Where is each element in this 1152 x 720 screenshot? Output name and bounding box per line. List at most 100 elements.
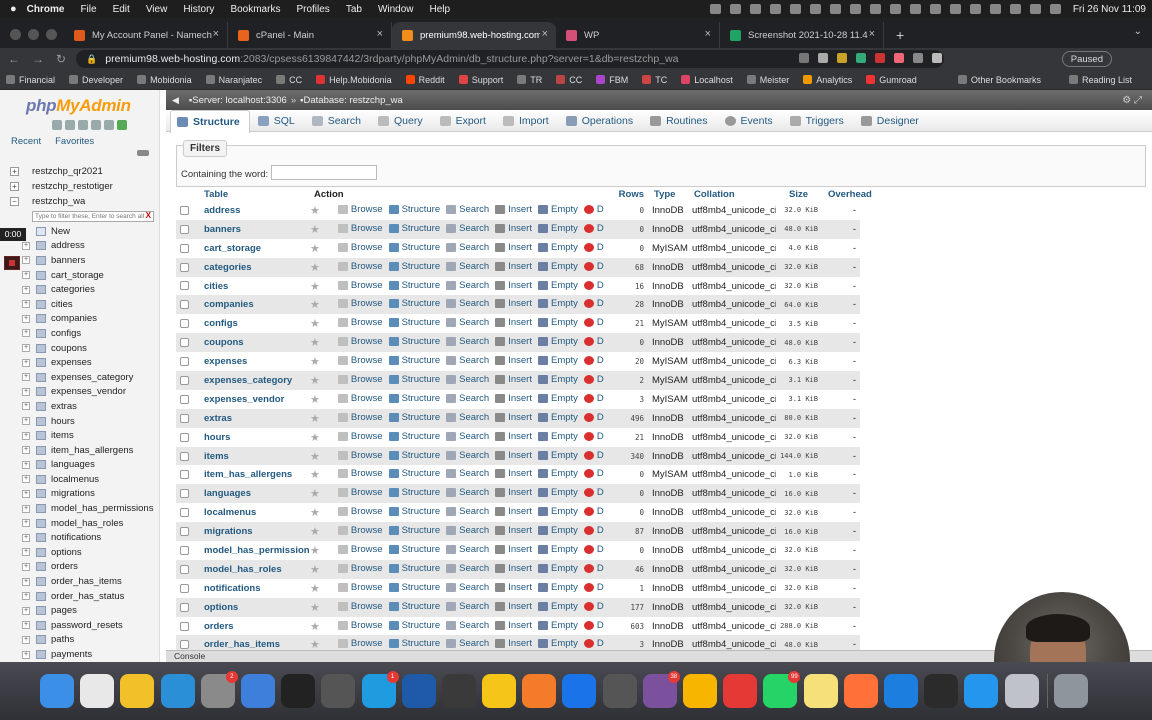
row-size[interactable]: 288.0 KiB — [776, 616, 824, 636]
browse-button[interactable]: Browse — [337, 431, 383, 442]
bookmark-gumroad[interactable]: Gumroad — [866, 75, 917, 85]
sidebar-table-item[interactable]: + categories — [0, 282, 159, 297]
insert-button[interactable]: Insert — [495, 431, 532, 442]
firefox-icon[interactable] — [843, 674, 878, 708]
network-icon[interactable] — [441, 674, 476, 708]
insert-button[interactable]: Insert — [495, 374, 532, 385]
bookmark-fbm[interactable]: FBM — [596, 75, 628, 85]
structure-button[interactable]: Structure — [388, 638, 440, 649]
reload-icon[interactable]: ↻ — [56, 52, 66, 66]
bookmark-cc-2[interactable]: CC — [556, 75, 582, 85]
favorite-star-icon[interactable]: ★ — [310, 431, 332, 444]
search-button[interactable]: Search — [446, 582, 489, 593]
sketch-icon[interactable] — [683, 674, 717, 708]
row-size[interactable]: 80.0 KiB — [776, 408, 824, 428]
sidebar-table-item[interactable]: + options — [0, 545, 159, 560]
tab-import[interactable]: Import — [502, 110, 558, 132]
row-size[interactable]: 1.0 KiB — [776, 465, 824, 485]
row-checkbox[interactable] — [176, 616, 200, 636]
empty-button[interactable]: Empty — [537, 620, 578, 631]
menu-view[interactable]: View — [146, 4, 168, 15]
structure-button[interactable]: Structure — [388, 620, 440, 631]
sidebar-table-item[interactable]: + order_has_items — [0, 574, 159, 589]
tab-phpmyadmin[interactable]: premium98.web-hosting.com × — [392, 22, 556, 48]
browse-button[interactable]: Browse — [337, 336, 383, 347]
row-size[interactable]: 32.0 KiB — [776, 427, 824, 447]
browse-button[interactable]: Browse — [337, 582, 383, 593]
browse-button[interactable]: Browse — [337, 450, 383, 461]
search-button[interactable]: Search — [446, 223, 489, 234]
favorite-star-icon[interactable]: ★ — [310, 601, 332, 614]
table-name-link[interactable]: items — [200, 446, 310, 466]
table-name-link[interactable]: expenses_vendor — [200, 389, 310, 409]
favorite-star-icon[interactable]: ★ — [310, 506, 332, 519]
close-icon[interactable]: × — [705, 28, 711, 40]
tab-search-chevron-icon[interactable]: ⌄ — [1134, 26, 1142, 37]
structure-button[interactable]: Structure — [388, 242, 440, 253]
drop-button[interactable]: Drop — [583, 468, 604, 479]
favorite-star-icon[interactable]: ★ — [310, 261, 332, 274]
structure-button[interactable]: Structure — [388, 336, 440, 347]
expand-icon[interactable]: + — [22, 606, 30, 615]
proxyman-icon[interactable] — [401, 674, 436, 708]
favorite-star-icon[interactable]: ★ — [310, 620, 332, 633]
structure-button[interactable]: Structure — [388, 412, 440, 423]
browse-button[interactable]: Browse — [337, 204, 383, 215]
drop-button[interactable]: Drop — [583, 506, 604, 517]
bookmark-support[interactable]: Support — [458, 75, 503, 85]
drop-button[interactable]: Drop — [583, 280, 604, 291]
db-item-qr2021[interactable]: + restzchp_qr2021 — [0, 164, 159, 179]
sidebar-table-item[interactable]: + expenses_category — [0, 370, 159, 385]
close-icon[interactable]: × — [377, 28, 383, 40]
search-button[interactable]: Search — [446, 242, 489, 253]
apple-icon[interactable]: ● — [10, 3, 17, 15]
favorite-star-icon[interactable]: ★ — [310, 336, 332, 349]
table-name-link[interactable]: migrations — [200, 522, 310, 542]
structure-button[interactable]: Structure — [388, 261, 440, 272]
bookmark-localhost[interactable]: Localhost — [681, 75, 733, 85]
browse-button[interactable]: Browse — [337, 601, 383, 612]
terminal-icon[interactable] — [281, 674, 316, 708]
drop-button[interactable]: Drop — [583, 204, 604, 215]
structure-button[interactable]: Structure — [388, 355, 440, 366]
search-button[interactable]: Search — [446, 525, 489, 536]
sidebar-table-item[interactable]: + notifications — [0, 530, 159, 545]
nav-shortcut-icons[interactable] — [52, 120, 127, 130]
table-name-link[interactable]: banners — [200, 219, 310, 239]
tab-wp[interactable]: WP × — [556, 22, 720, 48]
insert-button[interactable]: Insert — [495, 412, 532, 423]
forward-icon[interactable]: → — [32, 52, 44, 66]
row-checkbox[interactable] — [176, 238, 200, 258]
favorite-star-icon[interactable]: ★ — [310, 242, 332, 255]
search-button[interactable]: Search — [446, 204, 489, 215]
insert-button[interactable]: Insert — [495, 582, 532, 593]
sidebar-table-item[interactable]: + cart_storage — [0, 268, 159, 283]
structure-button[interactable]: Structure — [388, 544, 440, 555]
drop-button[interactable]: Drop — [583, 487, 604, 498]
browse-button[interactable]: Browse — [337, 223, 383, 234]
insert-button[interactable]: Insert — [495, 563, 532, 574]
drop-button[interactable]: Drop — [583, 582, 604, 593]
new-tab-icon[interactable]: + — [896, 27, 904, 43]
favorite-star-icon[interactable]: ★ — [310, 355, 332, 368]
calculator-icon[interactable] — [321, 674, 356, 708]
window-controls[interactable] — [10, 29, 57, 40]
tab-export[interactable]: Export — [439, 110, 495, 132]
row-size[interactable]: 32.0 KiB — [776, 257, 824, 277]
table-filter-input[interactable]: Type to filter these, Enter to search al… — [32, 211, 154, 222]
row-size[interactable]: 48.0 KiB — [776, 219, 824, 239]
empty-button[interactable]: Empty — [537, 431, 578, 442]
table-name-link[interactable]: localmenus — [200, 503, 310, 523]
sidebar-table-item[interactable]: + localmenus — [0, 472, 159, 487]
row-checkbox[interactable] — [176, 257, 200, 277]
browse-button[interactable]: Browse — [337, 412, 383, 423]
tab-sql[interactable]: SQL — [257, 110, 304, 132]
expand-icon[interactable]: + — [22, 592, 30, 601]
filter-word-input[interactable] — [271, 165, 377, 180]
tab-routines[interactable]: Routines — [650, 110, 716, 132]
structure-button[interactable]: Structure — [388, 223, 440, 234]
row-size[interactable]: 3.1 KiB — [776, 371, 824, 390]
empty-button[interactable]: Empty — [537, 601, 578, 612]
empty-button[interactable]: Empty — [537, 450, 578, 461]
header-type[interactable]: Type — [650, 188, 690, 201]
